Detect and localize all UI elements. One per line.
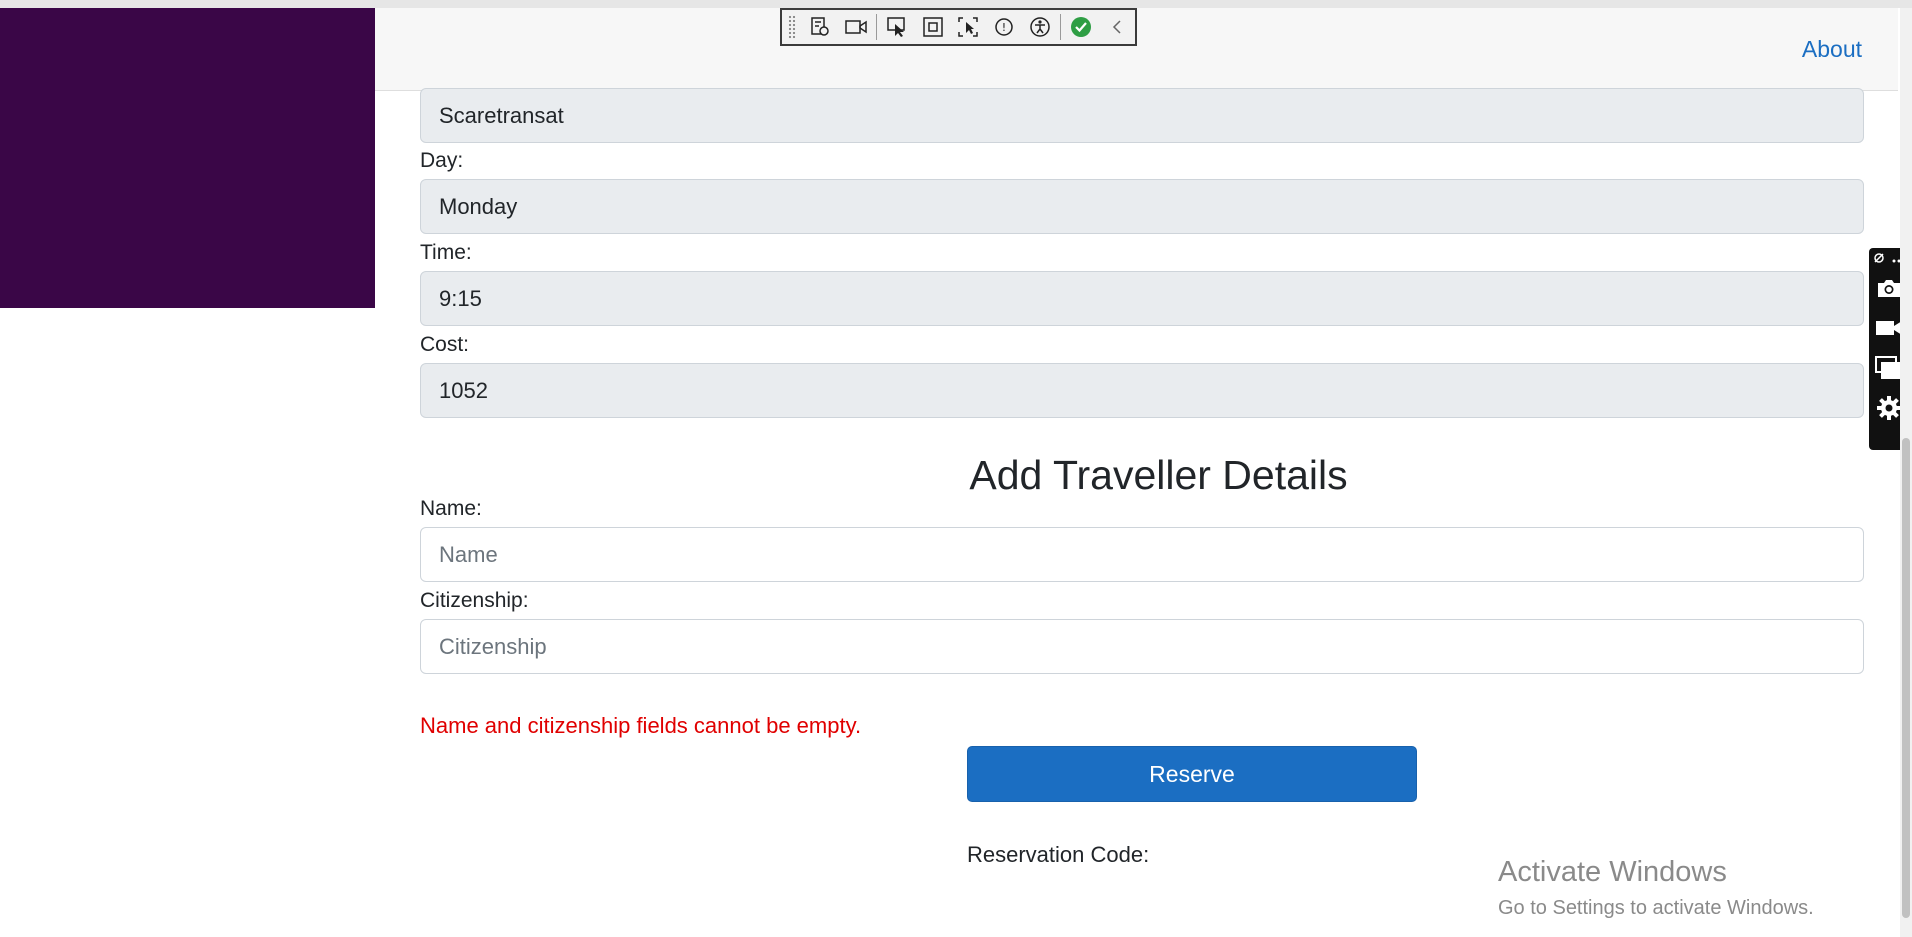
track-focus-icon[interactable] — [951, 10, 987, 44]
time-label: Time: — [420, 241, 472, 264]
binding-failures-icon[interactable]: ! — [986, 10, 1022, 44]
carrier-field: Scaretransat — [420, 88, 1864, 143]
activate-windows-watermark: Activate Windows Go to Settings to activ… — [1498, 856, 1814, 920]
video-icon[interactable] — [838, 10, 874, 44]
citizenship-input[interactable] — [420, 619, 1864, 674]
watermark-title: Activate Windows — [1498, 856, 1727, 888]
watermark-subtitle: Go to Settings to activate Windows. — [1498, 897, 1814, 919]
collapse-chevron-icon[interactable] — [1099, 10, 1135, 44]
reserve-button[interactable]: Reserve — [967, 746, 1417, 802]
display-layout-icon[interactable] — [915, 10, 951, 44]
sidebar — [0, 8, 375, 308]
name-input[interactable] — [420, 527, 1864, 582]
toolbar-separator — [1060, 14, 1062, 40]
validation-error-message: Name and citizenship fields cannot be em… — [420, 713, 862, 738]
add-traveller-heading: Add Traveller Details — [969, 452, 1348, 498]
reservation-code-label: Reservation Code: — [967, 842, 1150, 867]
name-label: Name: — [420, 497, 482, 520]
accessibility-icon[interactable] — [1022, 10, 1058, 44]
svg-text:!: ! — [1002, 21, 1006, 34]
time-field: 9:15 — [420, 271, 1864, 326]
check-icon[interactable] — [1063, 10, 1099, 44]
day-label: Day: — [420, 149, 464, 172]
cost-field: 1052 — [420, 363, 1864, 418]
select-element-icon[interactable] — [879, 10, 915, 44]
window-top-strip — [0, 0, 1912, 8]
cost-label: Cost: — [420, 333, 470, 356]
day-field: Monday — [420, 179, 1864, 234]
drag-grip-icon[interactable] — [788, 15, 796, 39]
visual-tree-icon[interactable] — [802, 10, 838, 44]
citizenship-label: Citizenship: — [420, 589, 529, 612]
devtools-toolbar: ! — [780, 8, 1137, 46]
toolbar-separator — [875, 14, 877, 40]
scrollbar-thumb[interactable] — [1902, 438, 1910, 918]
vertical-scrollbar[interactable] — [1900, 8, 1912, 937]
about-link[interactable]: About — [1802, 36, 1862, 63]
pin-icon[interactable] — [1872, 251, 1886, 270]
